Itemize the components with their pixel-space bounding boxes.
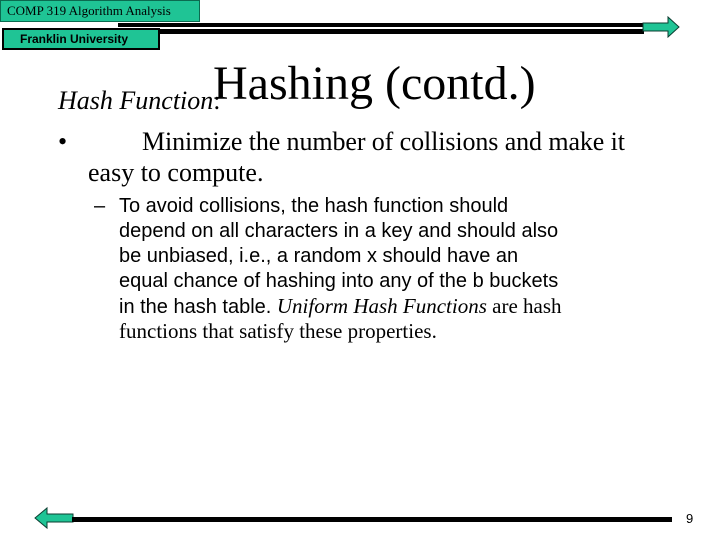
header-divider-bottom (158, 29, 644, 34)
sub-bullet-body: To avoid collisions, the hash function s… (119, 194, 679, 344)
right-arrow-icon[interactable] (642, 16, 680, 38)
sub-bullet-line-2: depend on all characters in a key and sh… (119, 220, 559, 242)
sub-bullet-line-5-prefix: in the hash table. (119, 296, 277, 318)
left-arrow-shape (34, 506, 74, 530)
subheading-suffix: : (213, 86, 221, 115)
institution-label: Franklin University (2, 28, 160, 50)
sub-bullet-line-1: To avoid collisions, the hash function s… (119, 195, 509, 217)
footer-divider (72, 517, 672, 522)
sub-bullet-line-6: functions that satisfy these properties. (119, 319, 437, 343)
sub-bullet-line-5-suffix: are hash (486, 294, 562, 318)
left-arrow-icon[interactable] (34, 506, 74, 530)
bullet-marker: • (58, 127, 68, 156)
institution-label-text: Franklin University (20, 32, 129, 46)
uniform-hash-functions-term: Uniform Hash Functions (276, 294, 487, 318)
bullet-line-2: easy to compute. (88, 158, 264, 187)
sub-bullet-line-4: equal chance of hashing into any of the … (119, 270, 559, 292)
subheading: Hash Function: (58, 86, 221, 116)
course-label-text: COMP 319 Algorithm Analysis (7, 3, 171, 18)
sub-bullet-line-5: in the hash table. Uniform Hash Function… (119, 294, 679, 319)
sub-bullet-marker: – (94, 195, 106, 217)
course-label: COMP 319 Algorithm Analysis (0, 0, 200, 22)
page-number: 9 (686, 511, 694, 526)
right-arrow-shape (642, 16, 680, 38)
slide-title: Hashing (contd.) (213, 57, 536, 110)
bullet-line-1: Minimize the number of collisions and ma… (142, 127, 625, 156)
sub-bullet-line-3: be unbiased, i.e., a random x should hav… (119, 245, 519, 267)
subheading-italic: Hash Function (58, 86, 214, 115)
header-divider-top (118, 23, 644, 27)
